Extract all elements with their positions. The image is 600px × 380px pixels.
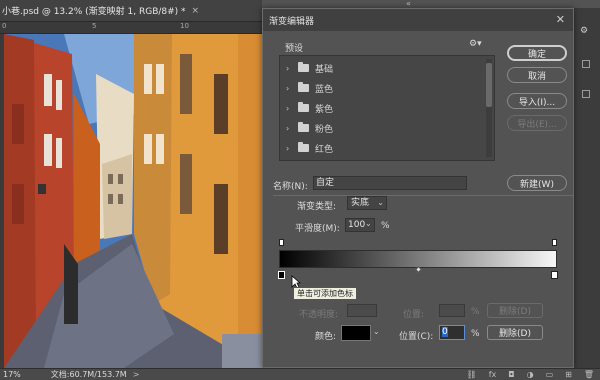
- opacity-stop-left[interactable]: [279, 239, 284, 246]
- opacity-position-input[interactable]: [439, 304, 465, 317]
- horizontal-ruler: 0 5 10: [0, 22, 262, 34]
- dialog-title: 渐变编辑器: [269, 16, 315, 27]
- chevron-right-icon[interactable]: ›: [286, 124, 298, 133]
- document-tab[interactable]: 小巷.psd @ 13.2% (渐变映射 1, RGB/8#) * ×: [0, 0, 262, 22]
- panel-header-strip: [262, 0, 600, 6]
- delete-color-stop-button[interactable]: 删除(D): [487, 325, 543, 340]
- color-label: 颜色:: [315, 332, 337, 342]
- lock-icon[interactable]: [582, 90, 590, 98]
- layer-panel-icons: ⛓ fx ◘ ◑ ▭ ⊞ 🗑: [467, 370, 594, 379]
- opacity-stop-right[interactable]: [552, 239, 557, 246]
- presets-label: 预设: [285, 44, 304, 54]
- chevron-right-icon[interactable]: ›: [286, 104, 298, 113]
- lock-icon[interactable]: [582, 60, 590, 68]
- folder-icon: [298, 102, 309, 112]
- position-label: 位置(C):: [399, 332, 434, 342]
- add-stop-tooltip: 单击可添加色标: [293, 287, 357, 300]
- percent-sign: %: [471, 329, 480, 339]
- name-label: 名称(N):: [273, 182, 308, 192]
- chevron-right-icon[interactable]: ›: [286, 144, 298, 153]
- presets-gear-icon[interactable]: ⚙▾: [469, 39, 482, 49]
- stop-color-swatch[interactable]: [341, 325, 371, 341]
- position-value: 0: [442, 327, 448, 337]
- document-info: 文档:60.7M/153.7M: [50, 370, 127, 379]
- trash-icon[interactable]: 🗑: [584, 370, 594, 379]
- presets-list[interactable]: › 基础 › 蓝色 › 紫色 › 粉色 › 红色: [279, 55, 495, 161]
- position-input[interactable]: 0: [439, 325, 465, 340]
- chevron-right-icon[interactable]: ›: [286, 64, 298, 73]
- alley-photo: [4, 34, 262, 368]
- export-button[interactable]: 导出(E)...: [507, 115, 567, 131]
- import-button[interactable]: 导入(I)...: [507, 93, 567, 109]
- percent-sign: %: [381, 221, 390, 231]
- chevron-right-icon[interactable]: >: [133, 370, 140, 379]
- link-icon[interactable]: ⛓: [467, 370, 477, 379]
- folder-icon: [298, 62, 309, 72]
- opacity-position-label: 位置:: [403, 310, 425, 320]
- ruler-label: 10: [180, 22, 189, 30]
- gradient-type-value: 实底: [351, 198, 370, 208]
- ok-button[interactable]: 确定: [507, 45, 567, 61]
- preset-folder-red[interactable]: › 红色: [280, 138, 484, 158]
- zoom-level[interactable]: 17%: [3, 370, 21, 379]
- ruler-label: 5: [92, 22, 97, 30]
- chevron-down-icon: ⌄: [377, 198, 384, 207]
- delete-opacity-stop-button[interactable]: 删除(D): [487, 303, 543, 318]
- preset-folder-label: 红色: [315, 144, 334, 155]
- color-stop-left[interactable]: [278, 271, 285, 279]
- chevron-right-icon[interactable]: ›: [286, 84, 298, 93]
- opacity-input[interactable]: [347, 304, 377, 317]
- color-stop-right[interactable]: [551, 271, 558, 279]
- preset-folder-label: 粉色: [315, 124, 334, 135]
- folder-icon: [298, 142, 309, 152]
- folder-icon: [298, 82, 309, 92]
- preset-folder-blue[interactable]: › 蓝色: [280, 78, 484, 98]
- name-input[interactable]: 自定: [313, 176, 467, 190]
- cancel-button[interactable]: 取消: [507, 67, 567, 83]
- chevron-down-icon[interactable]: ⌄: [365, 219, 372, 228]
- adjustment-icon[interactable]: ◑: [527, 370, 534, 379]
- close-icon[interactable]: ✕: [556, 14, 565, 25]
- ruler-label: 0: [2, 22, 7, 30]
- new-button[interactable]: 新建(W): [507, 175, 567, 191]
- preset-folder-label: 基础: [315, 64, 334, 75]
- mask-icon[interactable]: ◘: [508, 370, 514, 379]
- preset-folder-label: 蓝色: [315, 84, 334, 95]
- preset-folder-purple[interactable]: › 紫色: [280, 98, 484, 118]
- new-layer-icon[interactable]: ⊞: [565, 370, 572, 379]
- chevron-down-icon[interactable]: ⌄: [373, 327, 380, 336]
- gradient-type-select[interactable]: 实底 ⌄: [347, 196, 387, 210]
- gradient-editor-dialog: 渐变编辑器 ✕ 预设 ⚙▾ › 基础 › 蓝色 › 紫色 › 粉色 › 红色 确…: [262, 8, 574, 368]
- dialog-title-bar[interactable]: 渐变编辑器: [263, 9, 573, 31]
- gear-icon[interactable]: ⚙: [580, 26, 588, 36]
- document-canvas[interactable]: [4, 34, 262, 368]
- folder-icon[interactable]: ▭: [546, 370, 554, 379]
- smoothness-label: 平滑度(M):: [295, 224, 340, 234]
- collapse-panels-icon[interactable]: «: [406, 0, 420, 8]
- preset-folder-label: 紫色: [315, 104, 334, 115]
- document-tab-label: 小巷.psd @ 13.2% (渐变映射 1, RGB/8#) *: [2, 7, 186, 17]
- gradient-type-label: 渐变类型:: [297, 202, 337, 212]
- scrollbar-thumb[interactable]: [486, 63, 492, 107]
- percent-sign: %: [471, 307, 480, 317]
- status-bar: 17% 文档:60.7M/153.7M > ⛓ fx ◘ ◑ ▭ ⊞ 🗑: [0, 368, 600, 380]
- fx-icon[interactable]: fx: [489, 370, 497, 379]
- opacity-label: 不透明度:: [299, 310, 339, 320]
- preset-folder-basic[interactable]: › 基础: [280, 58, 484, 78]
- presets-scrollbar[interactable]: [486, 59, 492, 157]
- preset-folder-pink[interactable]: › 粉色: [280, 118, 484, 138]
- close-icon[interactable]: ×: [192, 6, 200, 16]
- folder-icon: [298, 122, 309, 132]
